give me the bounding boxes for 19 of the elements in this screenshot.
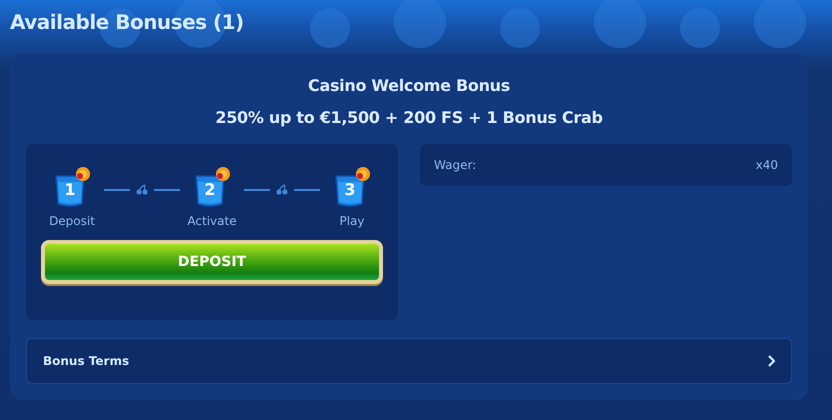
bonus-terms-row[interactable]: Bonus Terms [26, 338, 792, 384]
step-label: Play [339, 214, 365, 228]
wager-label: Wager: [434, 158, 476, 172]
step-number: 2 [203, 180, 217, 199]
step-number: 3 [343, 180, 357, 199]
cherry-icon [136, 184, 148, 195]
bonus-offer: 250% up to €1,500 + 200 FS + 1 Bonus Crab [214, 107, 604, 129]
chevron-right-icon [767, 355, 775, 367]
step-label: Activate [187, 214, 237, 228]
bonus-terms-label: Bonus Terms [43, 354, 130, 368]
page-title: Available Bonuses (1) [10, 10, 245, 34]
cocktail-glass-icon [53, 166, 91, 208]
cherry-icon [276, 184, 288, 195]
step-number: 1 [63, 180, 77, 199]
cocktail-glass-icon [333, 166, 371, 208]
bonus-title: Casino Welcome Bonus [307, 75, 511, 97]
step-label: Deposit [49, 214, 95, 228]
cocktail-glass-icon [193, 166, 231, 208]
wager-value: x40 [756, 158, 778, 172]
